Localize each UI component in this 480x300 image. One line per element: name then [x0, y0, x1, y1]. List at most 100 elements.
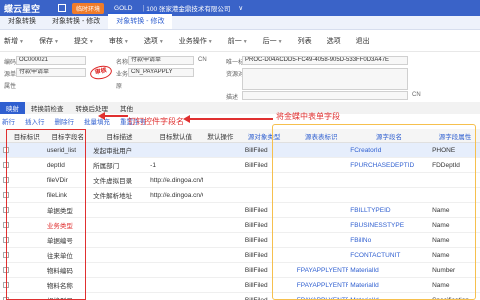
table-row[interactable]: fileVDir 文件虚拟目录 http://e.dingoa.cn/f/ — [0, 173, 480, 188]
table-cell-c7[interactable]: BillFiled — [243, 267, 286, 274]
row-checkbox[interactable] — [0, 267, 9, 273]
table-row[interactable]: 单据类型 BillFiled FBILLTYPEID Name — [0, 203, 480, 218]
table-cell-c3[interactable]: 所属部门 — [91, 160, 148, 170]
chevron-down-icon[interactable]: ▼ — [159, 39, 164, 45]
toolbar-button-10[interactable]: 退出 — [356, 36, 370, 46]
detail-tab-0[interactable]: 映射 — [0, 102, 25, 114]
table-cell-c4[interactable]: -1 — [148, 162, 203, 169]
column-header-2[interactable]: 目标字段名 — [45, 131, 91, 141]
table-cell-c7[interactable]: BillFiled — [243, 282, 286, 289]
checkbox-icon[interactable] — [2, 147, 9, 153]
table-cell-c7[interactable]: BillFiled — [243, 207, 286, 214]
table-cell-c10[interactable]: FBillNo — [348, 237, 430, 244]
table-cell-c3[interactable]: 文件解析地址 — [91, 190, 148, 200]
table-cell-c9[interactable]: FPAYAPPLYENTRY — [295, 267, 348, 274]
table-cell-c2[interactable]: deptId — [45, 162, 91, 169]
entry-action-0[interactable]: 新行 — [2, 116, 15, 126]
checkbox-icon[interactable] — [2, 192, 9, 198]
row-checkbox[interactable] — [0, 177, 9, 183]
checkbox-icon[interactable] — [2, 252, 9, 258]
checkbox-icon[interactable] — [2, 282, 9, 288]
table-cell-c11[interactable]: Specification — [430, 297, 480, 300]
toolbar-button-4[interactable]: 选项▼ — [144, 36, 164, 46]
row-checkbox[interactable] — [0, 237, 9, 243]
column-header-3[interactable]: 目标描述 — [91, 131, 148, 141]
column-header-5[interactable]: 默认操作 — [203, 131, 237, 141]
table-row[interactable]: 物料名称 BillFiled FPAYAPPLYENTRYMaterialIdNam… — [0, 278, 480, 293]
column-header-1[interactable]: 目标标识 — [9, 131, 45, 141]
description-field[interactable] — [242, 91, 408, 100]
tab-1[interactable]: 对象转换 - 修改 — [44, 14, 108, 29]
table-cell-c2[interactable]: 物料名称 — [45, 280, 91, 290]
toolbar-button-9[interactable]: 选项 — [327, 36, 341, 46]
table-cell-c7[interactable]: BillFiled — [243, 252, 286, 259]
detail-tab-1[interactable]: 转换前检查 — [25, 102, 70, 114]
table-cell-c7[interactable]: BillFiled — [243, 147, 286, 154]
table-cell-c7[interactable]: BillFiled — [243, 222, 286, 229]
table-cell-c2[interactable]: userid_list — [45, 147, 91, 154]
table-cell-c10[interactable]: MaterialId — [348, 267, 430, 274]
table-cell-c10[interactable]: FPURCHASEDEPTID — [348, 162, 430, 169]
table-cell-c2[interactable]: fileVDir — [45, 177, 91, 184]
table-cell-c11[interactable]: Name — [430, 252, 480, 259]
table-row[interactable]: fileLink文件解析地址http://e.dingoa.cn/G... — [0, 188, 480, 203]
resource-field[interactable] — [242, 68, 408, 90]
toolbar-button-2[interactable]: 提交▼ — [74, 36, 94, 46]
row-checkbox[interactable] — [0, 252, 9, 258]
apps-grid-icon[interactable] — [58, 4, 66, 12]
entry-action-3[interactable]: 批量填充 — [84, 116, 110, 126]
column-header-11[interactable]: 源字段属性 — [430, 131, 480, 141]
table-cell-c2[interactable]: fileLink — [45, 192, 91, 199]
toolbar-button-6[interactable]: 前一▼ — [228, 36, 248, 46]
checkbox-icon[interactable] — [2, 267, 9, 273]
unique-id-field[interactable]: PROC-D04ACDD5-FC49-4058-905D-533FF0D3A47… — [242, 56, 408, 65]
chevron-down-icon[interactable]: ∨ — [238, 4, 243, 12]
table-cell-c2[interactable]: 单据编号 — [45, 235, 91, 245]
toolbar-button-8[interactable]: 列表 — [298, 36, 312, 46]
toolbar-button-3[interactable]: 审核▼ — [109, 36, 129, 46]
toolbar-button-0[interactable]: 新增▼ — [4, 36, 24, 46]
table-cell-c11[interactable]: Name — [430, 282, 480, 289]
table-cell-c2[interactable]: 单据类型 — [45, 205, 91, 215]
tab-2[interactable]: 对象转换 - 修改 — [108, 12, 173, 29]
chevron-down-icon[interactable]: ▼ — [124, 39, 129, 45]
table-cell-c9[interactable]: FPAYAPPLYENTRY — [295, 282, 348, 289]
table-cell-c10[interactable]: MaterialId — [348, 282, 430, 289]
business-object-field[interactable]: CN_PAYAPPLY — [128, 68, 194, 77]
source-field[interactable]: 付款申请单 — [16, 68, 86, 77]
column-header-7[interactable]: 源对象类型 — [243, 131, 286, 141]
row-checkbox[interactable] — [0, 282, 9, 288]
table-cell-c9[interactable]: FPAYAPPLYENTRY — [295, 297, 348, 300]
checkbox-icon[interactable] — [2, 237, 9, 243]
checkbox-icon[interactable] — [2, 222, 9, 228]
table-row[interactable]: 往来单位 BillFiled FCONTACTUNIT Name — [0, 248, 480, 263]
table-cell-c11[interactable]: FDDeptId — [430, 162, 480, 169]
row-checkbox[interactable] — [0, 222, 9, 228]
table-row[interactable]: 业务类型 BillFiled FBUSINESSTYPE Name — [0, 218, 480, 233]
table-cell-c7[interactable]: BillFiled — [243, 162, 286, 169]
code-field[interactable]: OC000021 — [16, 56, 86, 65]
chevron-down-icon[interactable]: ▼ — [208, 39, 213, 45]
table-row[interactable]: 规格型号 BillFiled FPAYAPPLYENTRYMaterialIdSpe… — [0, 293, 480, 300]
table-cell-c11[interactable]: Number — [430, 267, 480, 274]
table-cell-c2[interactable]: 物料编码 — [45, 265, 91, 275]
table-row[interactable]: userid_list 发起审批用户 BillFiled FCreatorId PHON… — [0, 143, 480, 158]
table-cell-c3[interactable]: 文件虚拟目录 — [91, 175, 148, 185]
table-cell-c11[interactable]: PHONE — [430, 147, 480, 154]
row-checkbox[interactable] — [0, 162, 9, 168]
row-checkbox[interactable] — [0, 207, 9, 213]
column-header-4[interactable]: 目标默认值 — [148, 131, 203, 141]
name-field[interactable]: 付款申请单 — [128, 56, 194, 65]
chevron-down-icon[interactable]: ▼ — [278, 39, 283, 45]
chevron-down-icon[interactable]: ▼ — [89, 39, 94, 45]
row-checkbox[interactable] — [0, 192, 9, 198]
chevron-down-icon[interactable]: ▼ — [243, 39, 248, 45]
table-cell-c7[interactable]: BillFiled — [243, 297, 286, 300]
column-header-10[interactable]: 源字段名 — [348, 131, 430, 141]
table-row[interactable]: deptId 所属部门 -1 BillFiled FPURCHASEDEPTID FDDe… — [0, 158, 480, 173]
checkbox-icon[interactable] — [2, 177, 9, 183]
entry-action-1[interactable]: 插入行 — [25, 116, 45, 126]
table-cell-c11[interactable]: Name — [430, 222, 480, 229]
table-cell-c4[interactable]: http://e.dingoa.cn/f/ — [148, 177, 203, 184]
checkbox-icon[interactable] — [2, 162, 9, 168]
